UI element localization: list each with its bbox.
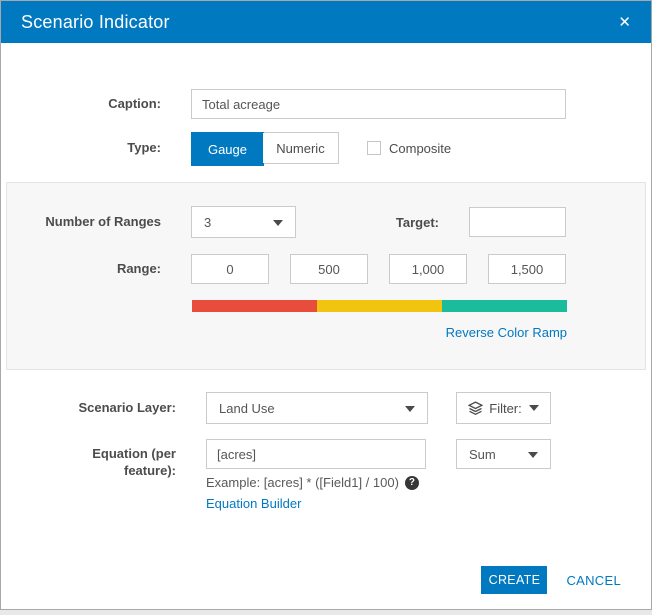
equation-builder-link[interactable]: Equation Builder [206,496,301,511]
scenario-layer-select[interactable]: Land Use [206,392,428,424]
dialog-title: Scenario Indicator [21,11,170,32]
range-row: Range: [7,254,645,284]
layers-icon [468,400,484,416]
reverse-ramp-row: Reverse Color Ramp [192,324,567,342]
scenario-layer-label: Scenario Layer: [78,399,176,415]
filter-label: Filter: [489,400,522,416]
scenario-layer-row: Scenario Layer: Land Use Filter: [1,392,651,424]
range-label: Range: [116,260,161,276]
color-ramp [192,300,567,312]
number-of-ranges-label: Number of Ranges [45,213,161,229]
composite-group: Composite [367,141,451,156]
ranges-section: Number of Ranges 3 Target: Range: 0 500 … [6,182,646,370]
aggregation-select[interactable]: Sum [456,439,551,469]
close-icon[interactable]: ✕ [618,15,631,30]
help-icon[interactable]: ? [404,475,419,490]
chevron-down-icon [405,406,415,412]
target-label: Target: [395,214,439,230]
type-label: Type: [127,139,161,155]
composite-checkbox[interactable] [367,141,381,155]
reverse-color-ramp-link[interactable]: Reverse Color Ramp [446,325,567,340]
equation-column: Example: [acres] * ([Field1] / 100) ? Eq… [206,439,426,513]
filter-button[interactable]: Filter: [456,392,551,424]
ramp-segment-yellow [317,300,442,312]
number-of-ranges-row: Number of Ranges 3 Target: [7,206,645,238]
scenario-indicator-dialog: Scenario Indicator ✕ Caption: Type: Gaug… [0,0,652,610]
create-button[interactable]: CREATE [481,566,548,594]
range-input-1[interactable] [191,254,269,284]
ramp-segment-red [192,300,317,312]
caption-label: Caption: [108,95,161,111]
type-row: Type: Gauge Numeric Composite [1,132,651,166]
equation-input[interactable] [206,439,426,469]
range-input-4[interactable] [488,254,566,284]
dialog-footer: CREATE CANCEL [481,566,621,594]
type-option-gauge[interactable]: Gauge [191,132,264,166]
range-input-2[interactable] [290,254,368,284]
target-group: Target: [396,207,566,237]
modal-backdrop: Scenario Indicator ✕ Caption: Type: Gaug… [0,0,652,615]
caption-row: Caption: [1,89,651,119]
chevron-down-icon [528,405,539,411]
type-toggle: Gauge Numeric [191,132,339,166]
composite-label: Composite [389,140,452,156]
equation-row: Equation (per feature): Example: [acres]… [1,439,651,513]
ramp-segment-green [442,300,567,312]
equation-label: Equation (per feature): [92,446,176,478]
cancel-button[interactable]: CANCEL [566,573,621,588]
type-option-numeric[interactable]: Numeric [263,133,338,163]
number-of-ranges-select[interactable]: 3 [191,206,296,238]
chevron-down-icon [528,452,538,458]
caption-input[interactable] [191,89,566,119]
range-input-3[interactable] [389,254,467,284]
dialog-header: Scenario Indicator ✕ [1,1,651,43]
equation-example: Example: [acres] * ([Field1] / 100) ? [206,475,426,490]
chevron-down-icon [273,220,283,226]
equation-builder-row: Equation Builder [206,495,426,513]
target-input[interactable] [469,207,566,237]
